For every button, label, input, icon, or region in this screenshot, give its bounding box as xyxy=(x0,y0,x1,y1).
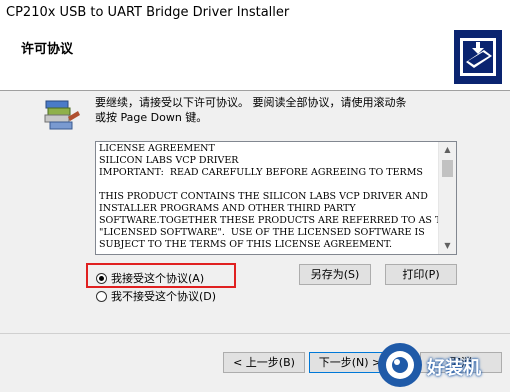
decline-option[interactable]: 我不接受这个协议(D) xyxy=(96,288,216,304)
decline-label[interactable]: 我不接受这个协议(D) xyxy=(111,288,216,304)
scroll-thumb[interactable] xyxy=(442,160,453,177)
license-line: SILICON LABS VCP DRIVER xyxy=(99,155,239,166)
books-icon xyxy=(44,100,80,130)
license-line xyxy=(99,179,439,191)
accept-label[interactable]: 我接受这个协议(A) xyxy=(111,270,204,286)
instruction-line: 或按 Page Down 键。 xyxy=(95,111,208,124)
scroll-up-icon[interactable]: ▲ xyxy=(439,142,456,158)
scroll-down-icon[interactable]: ▼ xyxy=(439,238,456,254)
title-bar: CP210x USB to UART Bridge Driver Install… xyxy=(0,0,510,28)
installer-logo-icon xyxy=(454,30,502,84)
watermark-text: 好装机 xyxy=(427,358,481,379)
license-line: LICENSE AGREEMENT xyxy=(99,143,215,154)
license-scrollbar[interactable]: ▲ ▼ xyxy=(438,142,456,254)
license-line: IMPORTANT: READ CAREFULLY BEFORE AGREEIN… xyxy=(99,167,423,178)
license-line: SOFTWARE.TOGETHER THESE PRODUCTS ARE REF… xyxy=(99,215,457,226)
instruction-text: 要继续，请接受以下许可协议。 要阅读全部协议，请使用滚动条 或按 Page Do… xyxy=(95,95,465,125)
back-button[interactable]: < 上一步(B) xyxy=(223,352,305,373)
accept-radio[interactable] xyxy=(96,272,107,284)
footer-divider xyxy=(0,333,510,334)
license-line: "LICENSED SOFTWARE". USE OF THE LICENSED… xyxy=(99,227,425,238)
license-text: LICENSE AGREEMENT SILICON LABS VCP DRIVER… xyxy=(99,143,457,251)
license-line: SUBJECT TO THE TERMS OF THIS LICENSE AGR… xyxy=(99,239,393,250)
wizard-header: 许可协议 xyxy=(0,28,510,91)
license-textbox[interactable]: LICENSE AGREEMENT SILICON LABS VCP DRIVER… xyxy=(95,141,457,255)
save-as-button[interactable]: 另存为(S) xyxy=(299,264,371,285)
license-line: INSTALLER PROGRAMS AND OTHER THIRD PARTY xyxy=(99,203,356,214)
instruction-line: 要继续，请接受以下许可协议。 要阅读全部协议，请使用滚动条 xyxy=(95,96,407,109)
print-button[interactable]: 打印(P) xyxy=(385,264,457,285)
watermark-logo-icon xyxy=(378,343,422,387)
watermark: 好装机 xyxy=(375,337,510,392)
decline-radio[interactable] xyxy=(96,290,107,302)
page-title: 许可协议 xyxy=(21,42,74,57)
license-line: THIS PRODUCT CONTAINS THE SILICON LABS V… xyxy=(99,191,428,202)
window-title: CP210x USB to UART Bridge Driver Install… xyxy=(6,5,290,20)
accept-option[interactable]: 我接受这个协议(A) xyxy=(96,270,204,286)
